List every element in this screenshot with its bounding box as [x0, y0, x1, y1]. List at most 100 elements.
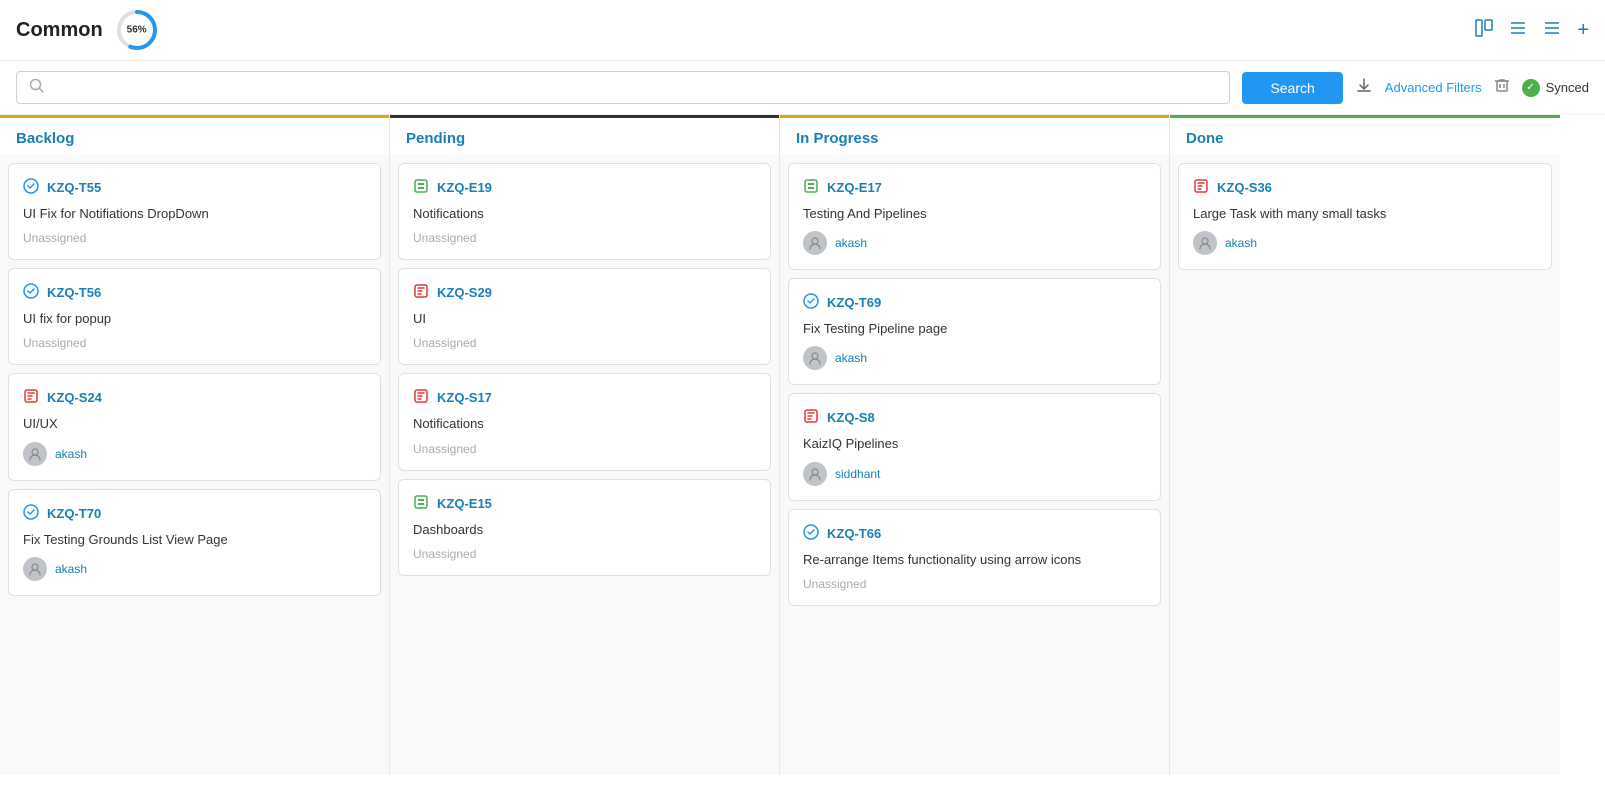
- column-title-pending: Pending: [406, 130, 465, 147]
- table-row[interactable]: KZQ-T55UI Fix for Notifiations DropDownU…: [8, 163, 381, 260]
- card-id-label[interactable]: KZQ-E15: [437, 496, 492, 511]
- column-body-in-progress: KZQ-E17Testing And PipelinesakashKZQ-T69…: [780, 155, 1169, 775]
- card-footer: akash: [803, 231, 1146, 255]
- search-input-wrap[interactable]: [16, 71, 1230, 104]
- card-footer: akash: [1193, 231, 1537, 255]
- card-id-row: KZQ-T70: [23, 504, 366, 523]
- sync-label: Synced: [1546, 80, 1589, 95]
- card-title: UI: [413, 310, 756, 328]
- sync-status: ✓ Synced: [1522, 79, 1589, 97]
- card-id-row: KZQ-S29: [413, 283, 756, 302]
- unassigned-label: Unassigned: [23, 336, 86, 350]
- assignee-name: akash: [55, 562, 87, 576]
- table-row[interactable]: KZQ-E15DashboardsUnassigned: [398, 479, 771, 576]
- search-input[interactable]: [53, 80, 1217, 95]
- card-id-label[interactable]: KZQ-S17: [437, 390, 492, 405]
- table-row[interactable]: KZQ-E19NotificationsUnassigned: [398, 163, 771, 260]
- avatar: [23, 557, 47, 581]
- table-row[interactable]: KZQ-T66 Re-arrange Items functionality us…: [788, 509, 1161, 606]
- card-id-label[interactable]: KZQ-T56: [47, 285, 101, 300]
- task-icon: [23, 504, 39, 523]
- search-bar: Search Advanced Filters ✓ Synced: [0, 61, 1605, 115]
- column-title-done: Done: [1186, 130, 1224, 147]
- table-row[interactable]: KZQ-S29 UI Unassigned: [398, 268, 771, 365]
- card-title: Fix Testing Pipeline page: [803, 320, 1146, 338]
- search-button[interactable]: Search: [1242, 72, 1342, 104]
- column-header-done: Done: [1170, 115, 1560, 155]
- unassigned-label: Unassigned: [803, 577, 866, 591]
- table-row[interactable]: KZQ-S8KaizIQ Pipelinessiddhant: [788, 393, 1161, 500]
- card-footer: Unassigned: [23, 336, 366, 350]
- table-row[interactable]: KZQ-T70 Fix Testing Grounds List View Pag…: [8, 489, 381, 596]
- table-row[interactable]: KZQ-S17NotificationsUnassigned: [398, 373, 771, 470]
- card-id-row: KZQ-E15: [413, 494, 756, 513]
- add-icon[interactable]: +: [1577, 19, 1589, 42]
- kanban-icon[interactable]: [1475, 19, 1493, 42]
- board: BacklogKZQ-T55UI Fix for Notifiations Dr…: [0, 115, 1605, 775]
- assignee-name: akash: [1225, 236, 1257, 250]
- card-id-row: KZQ-E17: [803, 178, 1146, 197]
- card-id-label[interactable]: KZQ-T70: [47, 506, 101, 521]
- advanced-filters-link[interactable]: Advanced Filters: [1385, 80, 1482, 95]
- card-id-label[interactable]: KZQ-T69: [827, 295, 881, 310]
- card-id-row: KZQ-T56: [23, 283, 366, 302]
- progress-circle: 56%: [115, 8, 159, 52]
- assignee-name: akash: [55, 447, 87, 461]
- column-backlog: BacklogKZQ-T55UI Fix for Notifiations Dr…: [0, 115, 390, 775]
- column-body-done: KZQ-S36Large Task with many small tasksa…: [1170, 155, 1560, 775]
- table-row[interactable]: KZQ-E17Testing And Pipelinesakash: [788, 163, 1161, 270]
- card-id-row: KZQ-T66: [803, 524, 1146, 543]
- card-id-label[interactable]: KZQ-T66: [827, 526, 881, 541]
- unassigned-label: Unassigned: [413, 442, 476, 456]
- card-title: Re-arrange Items functionality using arr…: [803, 551, 1146, 569]
- task-icon: [803, 293, 819, 312]
- table-row[interactable]: KZQ-T69 Fix Testing Pipeline page akash: [788, 278, 1161, 385]
- story-icon: [1193, 178, 1209, 197]
- epic-icon: [413, 494, 429, 513]
- card-id-label[interactable]: KZQ-S36: [1217, 180, 1272, 195]
- avatar: [803, 346, 827, 370]
- story-icon: [413, 283, 429, 302]
- download-icon[interactable]: [1355, 76, 1373, 99]
- column-done: Done KZQ-S36Large Task with many small ta…: [1170, 115, 1560, 775]
- task-icon: [23, 283, 39, 302]
- unassigned-label: Unassigned: [23, 231, 86, 245]
- card-footer: Unassigned: [413, 547, 756, 561]
- card-title: Fix Testing Grounds List View Page: [23, 531, 366, 549]
- column-title-in-progress: In Progress: [796, 130, 879, 147]
- card-id-row: KZQ-E19: [413, 178, 756, 197]
- card-id-label[interactable]: KZQ-S29: [437, 285, 492, 300]
- avatar: [1193, 231, 1217, 255]
- table-row[interactable]: KZQ-T56UI fix for popupUnassigned: [8, 268, 381, 365]
- assignee-name: akash: [835, 236, 867, 250]
- card-footer: Unassigned: [413, 442, 756, 456]
- column-body-pending: KZQ-E19NotificationsUnassigned KZQ-S29 UI U…: [390, 155, 779, 775]
- card-id-label[interactable]: KZQ-E19: [437, 180, 492, 195]
- menu-icon[interactable]: [1543, 19, 1561, 42]
- card-id-label[interactable]: KZQ-S24: [47, 390, 102, 405]
- card-footer: Unassigned: [803, 577, 1146, 591]
- list-icon[interactable]: [1509, 19, 1527, 42]
- card-footer: akash: [803, 346, 1146, 370]
- unassigned-label: Unassigned: [413, 231, 476, 245]
- card-footer: Unassigned: [413, 336, 756, 350]
- card-id-label[interactable]: KZQ-E17: [827, 180, 882, 195]
- card-id-row: KZQ-T69: [803, 293, 1146, 312]
- delete-icon[interactable]: [1494, 77, 1510, 98]
- page-title: Common: [16, 19, 103, 42]
- table-row[interactable]: KZQ-S36Large Task with many small tasksa…: [1178, 163, 1552, 270]
- assignee-name: siddhant: [835, 467, 880, 481]
- table-row[interactable]: KZQ-S24UI/UXakash: [8, 373, 381, 480]
- header: Common 56% +: [0, 0, 1605, 61]
- column-header-in-progress: In Progress: [780, 115, 1169, 155]
- card-id-label[interactable]: KZQ-T55: [47, 180, 101, 195]
- card-footer: siddhant: [803, 462, 1146, 486]
- unassigned-label: Unassigned: [413, 336, 476, 350]
- card-id-row: KZQ-S8: [803, 408, 1146, 427]
- assignee-name: akash: [835, 351, 867, 365]
- column-header-pending: Pending: [390, 115, 779, 155]
- task-icon: [23, 178, 39, 197]
- card-id-label[interactable]: KZQ-S8: [827, 410, 875, 425]
- sync-dot: ✓: [1522, 79, 1540, 97]
- card-id-row: KZQ-S24: [23, 388, 366, 407]
